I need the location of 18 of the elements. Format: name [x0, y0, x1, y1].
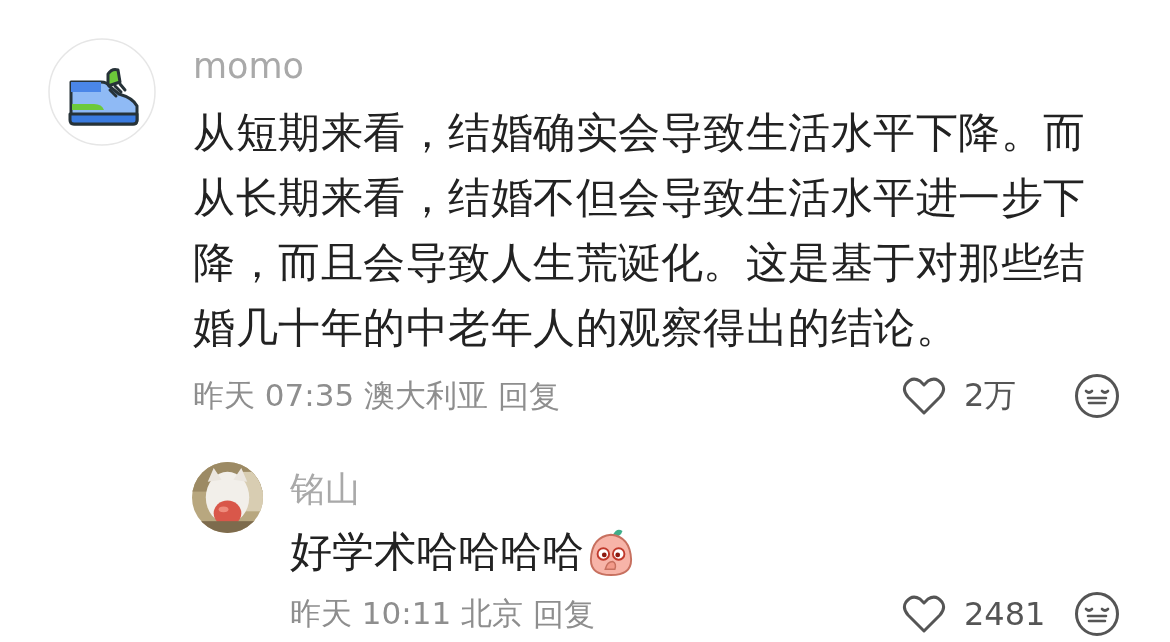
author-name[interactable]: momo — [193, 44, 1120, 88]
comment-time: 昨天 07:35 — [193, 376, 355, 415]
dislike-icon[interactable] — [1074, 591, 1120, 637]
sticker-icon — [588, 527, 634, 577]
comment-text: 从短期来看，结婚确实会导致生活水平下降。而从长期来看，结婚不但会导致生活水平进一步下降，而且会导致人生荒诞化。这是基于对那些结婚几十年的中老年人的观察得出的结论。 — [193, 107, 1087, 354]
reply-text: 好学术哈哈哈哈 — [290, 526, 584, 578]
reply-location: 北京 — [461, 594, 524, 633]
reply-button[interactable]: 回复 — [533, 592, 596, 636]
reply-button[interactable]: 回复 — [498, 374, 561, 418]
reply-time: 昨天 10:11 — [290, 594, 452, 633]
like-icon[interactable] — [902, 594, 946, 634]
comment-location: 澳大利亚 — [364, 376, 489, 415]
avatar-icon[interactable] — [48, 38, 156, 146]
like-icon[interactable] — [902, 376, 946, 416]
like-count: 2万 — [964, 375, 1018, 416]
dislike-icon[interactable] — [1074, 373, 1120, 419]
author-name[interactable]: 铭山 — [290, 467, 1120, 511]
like-count: 2481 — [964, 595, 1047, 633]
